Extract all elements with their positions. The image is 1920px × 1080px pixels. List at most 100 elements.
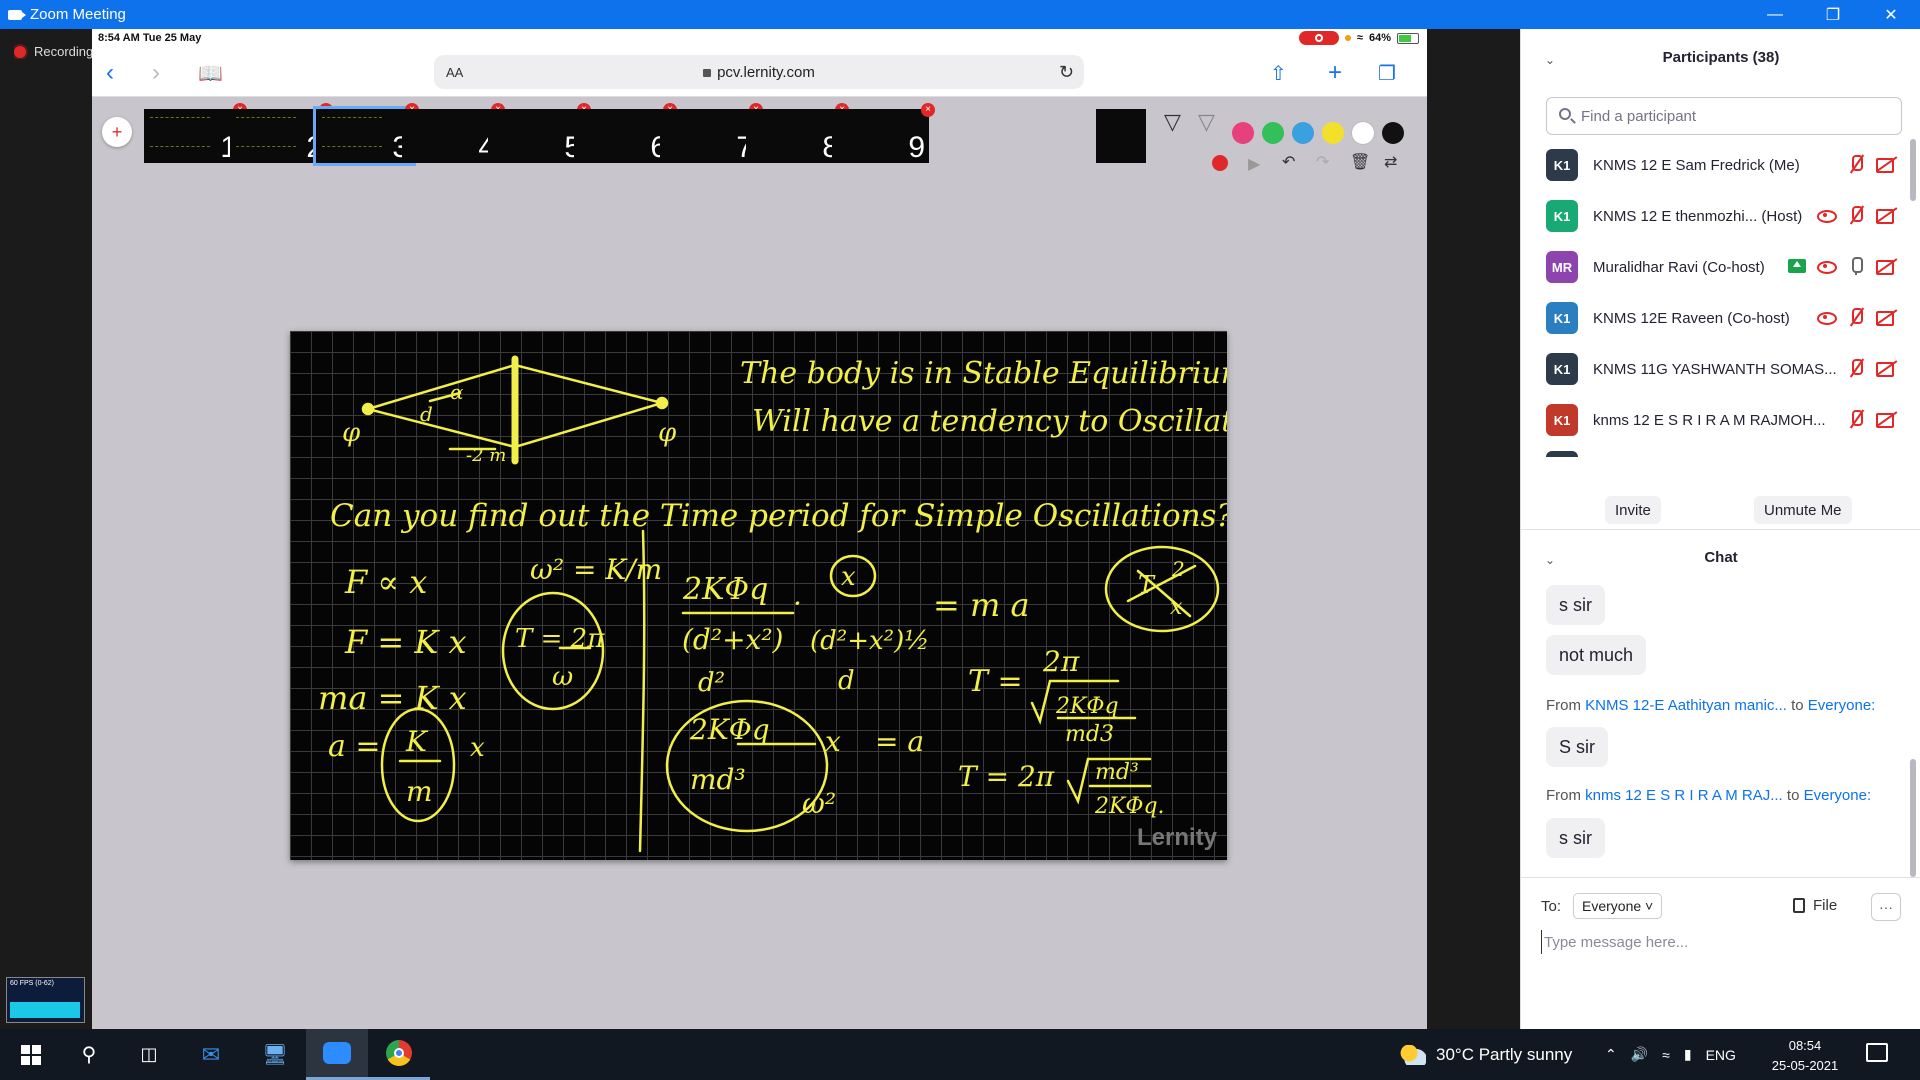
recipient-select[interactable]: Everyone ˅ bbox=[1573, 893, 1663, 919]
chat-message-input[interactable] bbox=[1541, 930, 1901, 954]
color-swatch[interactable] bbox=[1262, 122, 1284, 144]
participants-scrollbar[interactable] bbox=[1910, 139, 1916, 201]
maximize-button[interactable]: ❐ bbox=[1804, 0, 1862, 29]
slide-thumbnail-partial[interactable] bbox=[1096, 109, 1146, 163]
video-off-icon[interactable] bbox=[1876, 256, 1896, 276]
volume-icon[interactable]: 🔊 bbox=[1631, 1046, 1648, 1063]
tabs-overview-icon[interactable]: ❐ bbox=[1378, 61, 1396, 86]
invite-button[interactable]: Invite bbox=[1605, 496, 1661, 524]
recording-eye-icon[interactable] bbox=[1816, 307, 1837, 327]
chat-scrollbar[interactable] bbox=[1910, 759, 1916, 877]
forward-arrow-icon[interactable]: › bbox=[152, 59, 160, 87]
clock[interactable]: 08:54 25-05-2021 bbox=[1770, 1036, 1840, 1076]
participant-row[interactable]: K1 KNMS 12 E Sam Fredrick (Me) bbox=[1546, 143, 1896, 187]
chat-recipient[interactable]: Everyone: bbox=[1804, 787, 1872, 804]
desktop-app-icon[interactable]: 🖥 bbox=[244, 1029, 306, 1080]
trash-icon[interactable]: 🗑 bbox=[1350, 152, 1370, 172]
unmute-me-button[interactable]: Unmute Me bbox=[1754, 496, 1852, 524]
video-off-icon[interactable] bbox=[1876, 307, 1896, 327]
zoom-app-icon[interactable] bbox=[306, 1029, 368, 1080]
search-taskbar-icon[interactable]: ⚲ bbox=[58, 1029, 120, 1080]
color-swatch[interactable] bbox=[1292, 122, 1314, 144]
mic-off-icon[interactable] bbox=[1846, 307, 1866, 327]
color-swatch[interactable] bbox=[1352, 122, 1374, 144]
reload-icon[interactable]: ↻ bbox=[1059, 62, 1074, 83]
participant-row[interactable]: K1 KNMS 12 E thenmozhi... (Host) bbox=[1546, 194, 1896, 238]
svg-text:ω²: ω² bbox=[802, 787, 836, 820]
chat-message: not much bbox=[1546, 635, 1647, 675]
chat-sender[interactable]: KNMS 12-E Aathityan manic... bbox=[1585, 697, 1787, 714]
video-off-icon[interactable] bbox=[1876, 154, 1896, 174]
screen-share-icon[interactable] bbox=[1788, 259, 1806, 273]
chat-sender[interactable]: knms 12 E S R I R A M RAJ... bbox=[1585, 787, 1783, 804]
svg-text:md3: md3 bbox=[1065, 722, 1114, 747]
color-swatch[interactable] bbox=[1322, 122, 1344, 144]
language-indicator[interactable]: ENG bbox=[1706, 1047, 1736, 1063]
new-tab-plus-icon[interactable]: + bbox=[1328, 59, 1342, 87]
mic-on-icon[interactable] bbox=[1846, 256, 1866, 276]
video-off-icon[interactable] bbox=[1876, 358, 1896, 378]
undo-icon[interactable]: ↶ bbox=[1282, 152, 1295, 172]
svg-text:x: x bbox=[841, 562, 856, 592]
bookmarks-book-icon[interactable]: 📖 bbox=[198, 61, 223, 86]
highlighter-icon[interactable]: ▽ bbox=[1198, 109, 1215, 135]
svg-text:ω: ω bbox=[552, 662, 573, 692]
slide-thumbnail[interactable]: 3× bbox=[313, 103, 419, 166]
screen-record-pill bbox=[1298, 31, 1339, 45]
minimize-button[interactable]: — bbox=[1746, 0, 1804, 29]
participant-row[interactable]: K1 KNMS 11G YASHWANTH SOMAS... bbox=[1546, 347, 1896, 391]
slide-thumbnail[interactable]: 1× bbox=[144, 103, 247, 163]
color-swatch[interactable] bbox=[1232, 122, 1254, 144]
mail-app-icon[interactable]: ✉ bbox=[180, 1029, 242, 1080]
color-swatch[interactable] bbox=[1382, 122, 1404, 144]
slide-thumbnail[interactable]: 5× bbox=[488, 103, 591, 163]
reader-aa-button[interactable]: AA bbox=[446, 65, 463, 80]
address-bar[interactable]: AA pcv.lernity.com ↻ bbox=[434, 55, 1084, 89]
weather-widget[interactable]: 30°C Partly sunny bbox=[1400, 1029, 1572, 1080]
participant-row[interactable]: K1 knms 12 E S R I R A M RAJMOH... bbox=[1546, 398, 1896, 442]
more-options-button[interactable]: ··· bbox=[1871, 893, 1901, 921]
url-text: pcv.lernity.com bbox=[717, 63, 815, 81]
slide-thumbnail[interactable]: 9 × bbox=[832, 103, 935, 163]
participant-row[interactable]: K1 KNMS 12E Raveen (Co-host) bbox=[1546, 296, 1896, 340]
redo-icon[interactable]: ↷ bbox=[1316, 152, 1329, 172]
notification-icon[interactable] bbox=[1866, 1043, 1888, 1062]
recording-eye-icon[interactable] bbox=[1816, 256, 1837, 276]
recording-eye-icon[interactable] bbox=[1816, 205, 1837, 225]
record-button[interactable] bbox=[1212, 155, 1228, 171]
task-view-icon[interactable]: ◫ bbox=[118, 1029, 180, 1080]
video-off-icon[interactable] bbox=[1876, 409, 1896, 429]
participant-row[interactable]: MR Muralidhar Ravi (Co-host) bbox=[1546, 245, 1896, 289]
slide-thumbnail[interactable]: 8× bbox=[746, 103, 849, 163]
slide-thumbnail[interactable]: 7× bbox=[660, 103, 763, 163]
wifi-icon[interactable]: ≈ bbox=[1662, 1047, 1670, 1063]
mic-off-icon[interactable] bbox=[1846, 409, 1866, 429]
slide-thumbnail[interactable]: 2× bbox=[230, 103, 333, 163]
whiteboard-slide[interactable]: The body is in Stable Equilibrium Will h… bbox=[290, 331, 1227, 860]
mic-off-icon[interactable] bbox=[1846, 358, 1866, 378]
participant-search-input[interactable]: Find a participant bbox=[1546, 97, 1902, 135]
chrome-app-icon[interactable] bbox=[368, 1029, 430, 1080]
slide-thumbnail[interactable]: 6× bbox=[574, 103, 677, 163]
close-button[interactable]: ✕ bbox=[1862, 0, 1920, 29]
delete-slide-icon[interactable]: × bbox=[921, 103, 935, 117]
start-button[interactable] bbox=[0, 1029, 62, 1080]
chat-recipient[interactable]: Everyone: bbox=[1808, 697, 1876, 714]
svg-text:2KΦq: 2KΦq bbox=[689, 713, 770, 746]
mic-off-icon[interactable] bbox=[1846, 154, 1866, 174]
slide-preview bbox=[322, 117, 382, 147]
video-off-icon[interactable] bbox=[1876, 205, 1896, 225]
avatar: K1 bbox=[1546, 302, 1578, 334]
back-arrow-icon[interactable]: ‹ bbox=[106, 59, 114, 87]
pen-icon[interactable]: ▽ bbox=[1164, 109, 1181, 135]
swap-icon[interactable]: ⇄ bbox=[1384, 152, 1397, 172]
mic-off-icon[interactable] bbox=[1846, 205, 1866, 225]
add-slide-button[interactable]: + bbox=[102, 117, 132, 147]
slide-thumbnail[interactable]: 4× bbox=[402, 103, 505, 163]
file-button[interactable]: File bbox=[1793, 897, 1837, 914]
recording-indicator[interactable]: Recording... bbox=[14, 44, 92, 59]
tray-expand-icon[interactable]: ⌃ bbox=[1605, 1046, 1617, 1063]
battery-icon[interactable]: ▮ bbox=[1684, 1046, 1692, 1063]
play-icon[interactable]: ▶ bbox=[1248, 154, 1260, 174]
share-icon[interactable]: ⇧ bbox=[1270, 61, 1287, 86]
